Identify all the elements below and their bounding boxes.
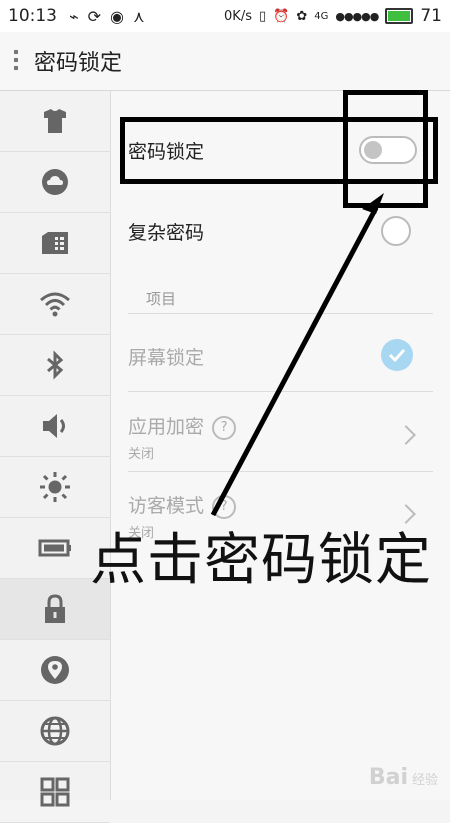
page-title: 密码锁定 (34, 51, 123, 76)
sidebar-item-wifi[interactable] (0, 274, 110, 335)
app-bar: 密码锁定 (0, 32, 450, 91)
signal-icon: ●●●●● (335, 9, 379, 23)
app-encryption-status: 关闭 (128, 447, 155, 462)
sim-card-icon (42, 232, 68, 254)
globe-icon (40, 716, 70, 746)
guest-mode-text: 访客模式 (128, 495, 205, 517)
apps-grid-icon (40, 777, 70, 807)
usb-icon: ⌁ (69, 6, 79, 26)
notification-icons: ⌁ ⟳ ◉ ⋏ (69, 7, 145, 26)
cloud-icon (42, 169, 68, 195)
divider (128, 391, 433, 392)
weibo-icon: ◉ (110, 6, 125, 26)
app-encryption-text: 应用加密 (128, 416, 205, 438)
check-icon (388, 348, 406, 363)
vibrate-icon: ▯ (258, 8, 267, 24)
sidebar-item-apps[interactable] (0, 762, 110, 823)
sidebar-item-language[interactable] (0, 701, 110, 762)
highlight-box-toggle (343, 90, 428, 208)
menu-handle-icon[interactable] (14, 50, 18, 72)
sidebar-item-location[interactable] (0, 640, 110, 701)
sync-icon: ⟳ (87, 6, 102, 26)
alarm-icon: ⏰ (273, 8, 290, 24)
settings-sidebar (0, 91, 111, 823)
sidebar-item-bluetooth[interactable] (0, 335, 110, 396)
sidebar-item-cloud[interactable] (0, 152, 110, 213)
theme-shirt-icon (44, 109, 66, 133)
app-encryption-label: 应用加密? (128, 412, 237, 440)
share-icon: ⋏ (133, 6, 145, 26)
wifi-icon (40, 292, 70, 317)
bluetooth-icon (47, 350, 64, 380)
sidebar-item-sound[interactable] (0, 396, 110, 457)
clock: 10:13 (8, 6, 57, 26)
status-right: 0K/s ▯ ⏰ ✿ 4G ●●●●● 71 (224, 6, 442, 26)
battery-icon (385, 8, 414, 24)
complex-password-label: 复杂密码 (128, 222, 205, 244)
network-type: 4G (314, 10, 329, 22)
volume-icon (43, 414, 65, 438)
section-title: 项目 (146, 290, 177, 308)
network-speed: 0K/s (224, 8, 252, 24)
watermark-brand: Bai (368, 765, 408, 790)
help-icon[interactable]: ? (212, 415, 237, 440)
sidebar-item-display[interactable] (0, 457, 110, 518)
location-icon (41, 656, 69, 684)
annotation-text: 点击密码锁定 (90, 528, 432, 593)
screen-lock-label: 屏幕锁定 (128, 347, 205, 369)
status-bar: 10:13 ⌁ ⟳ ◉ ⋏ 0K/s ▯ ⏰ ✿ 4G ●●●●● 71 (0, 0, 450, 32)
divider (128, 313, 433, 314)
battery-level: 71 (420, 6, 442, 26)
paw-icon: ✿ (296, 8, 308, 24)
watermark-suffix: 经验 (411, 773, 438, 788)
battery-sidebar-icon (38, 539, 71, 557)
screen-lock-check[interactable] (381, 339, 413, 371)
divider (128, 471, 433, 472)
lock-icon (45, 594, 65, 623)
brightness-icon (40, 472, 70, 502)
chevron-right-icon (396, 425, 416, 445)
sidebar-item-sim[interactable] (0, 213, 110, 274)
complex-password-radio[interactable] (381, 216, 411, 246)
watermark: Bai 经验 (369, 765, 438, 790)
sidebar-item-theme[interactable] (0, 91, 110, 152)
